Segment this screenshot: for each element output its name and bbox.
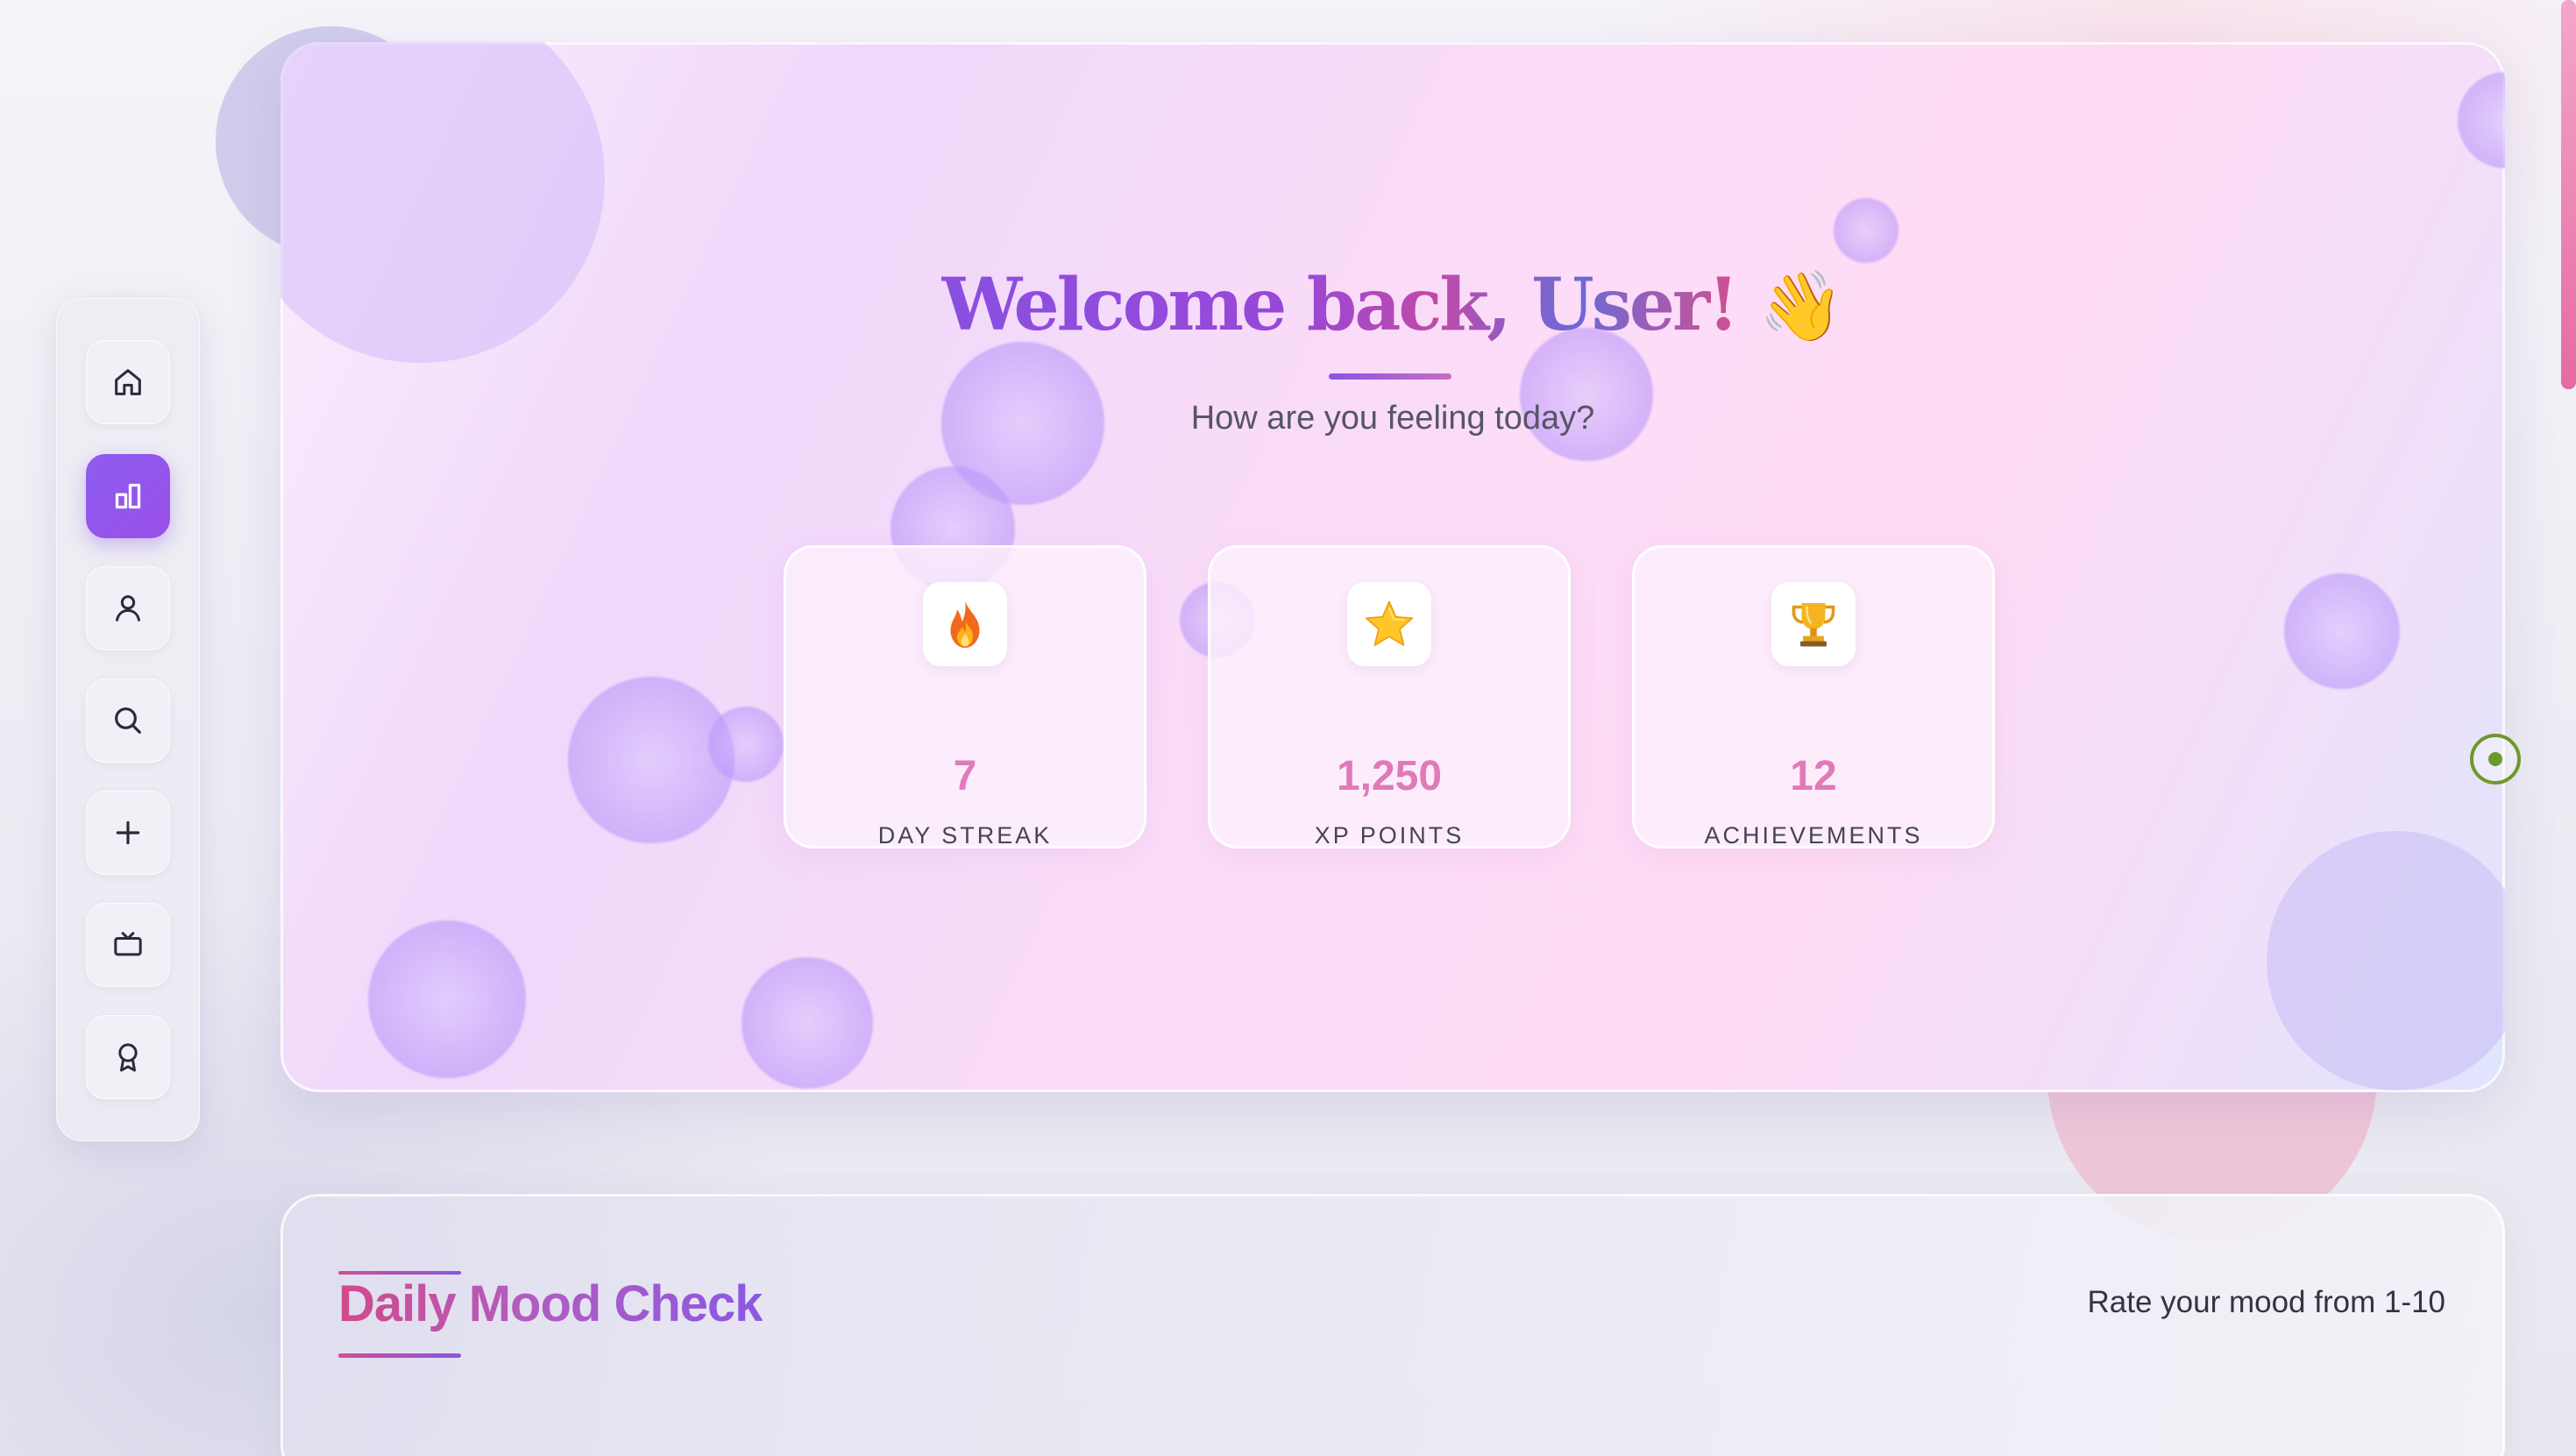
sidebar-item-search[interactable] xyxy=(86,678,170,763)
decor-bubble xyxy=(568,677,734,843)
search-icon xyxy=(115,707,141,734)
floating-toggle-button[interactable] xyxy=(2470,734,2521,785)
decor-bubble xyxy=(742,957,873,1089)
home-icon xyxy=(115,369,141,395)
stat-icon-box xyxy=(1771,582,1856,666)
sidebar-item-stats[interactable] xyxy=(86,454,170,538)
sidebar-item-media[interactable] xyxy=(86,903,170,987)
tv-icon xyxy=(114,932,142,956)
sidebar-item-home[interactable] xyxy=(86,340,170,424)
stat-value: 1,250 xyxy=(1336,753,1443,799)
sidebar-item-awards[interactable] xyxy=(86,1015,170,1099)
stat-label: XP POINTS xyxy=(1314,822,1465,849)
stat-label: DAY STREAK xyxy=(877,822,1053,849)
waving-hand-icon: 👋 xyxy=(1758,267,1844,346)
decor-bubble xyxy=(368,920,526,1078)
mood-section-title: Daily Mood Check xyxy=(338,1275,763,1332)
decor-bubble xyxy=(708,707,784,782)
decor-bubble xyxy=(2284,573,2400,689)
award-icon xyxy=(118,1043,138,1072)
title-accent-line xyxy=(338,1353,461,1358)
stat-label: ACHIEVEMENTS xyxy=(1704,822,1923,849)
sidebar-item-add[interactable] xyxy=(86,791,170,875)
stat-value: 7 xyxy=(953,753,977,799)
sidebar-item-profile[interactable] xyxy=(86,566,170,650)
bar-chart-icon xyxy=(115,483,141,509)
stat-card-achievements: 12 ACHIEVEMENTS xyxy=(1632,545,1995,849)
welcome-title: Welcome back, User! 👋 xyxy=(280,263,2505,347)
stat-icon-box xyxy=(1347,582,1431,666)
user-icon xyxy=(116,595,140,621)
mood-rating-hint: Rate your mood from 1-10 xyxy=(2087,1285,2445,1319)
stat-card-streak: 7 DAY STREAK xyxy=(784,545,1146,849)
welcome-subtitle: How are you feeling today? xyxy=(1190,400,1595,437)
stat-card-xp: 1,250 XP POINTS xyxy=(1208,545,1571,849)
stat-icon-box xyxy=(923,582,1007,666)
fire-icon xyxy=(950,600,980,648)
decor-bubble xyxy=(2458,72,2505,168)
daily-mood-card: Daily Mood Check Rate your mood from 1-1… xyxy=(280,1194,2505,1456)
stat-value: 12 xyxy=(1790,753,1837,799)
title-underline xyxy=(1329,373,1451,380)
decor-bubble xyxy=(1834,198,1898,263)
decor-bubble xyxy=(2267,831,2505,1090)
sidebar-nav xyxy=(56,298,200,1141)
trophy-icon xyxy=(1792,603,1835,647)
decor-bubble xyxy=(1520,328,1653,461)
welcome-hero-card: Welcome back, User! 👋 How are you feelin… xyxy=(280,42,2505,1092)
plus-icon xyxy=(116,820,140,845)
scrollbar-thumb[interactable] xyxy=(2561,0,2576,389)
star-icon xyxy=(1365,600,1414,646)
welcome-title-text: Welcome back, User! xyxy=(941,263,1739,347)
